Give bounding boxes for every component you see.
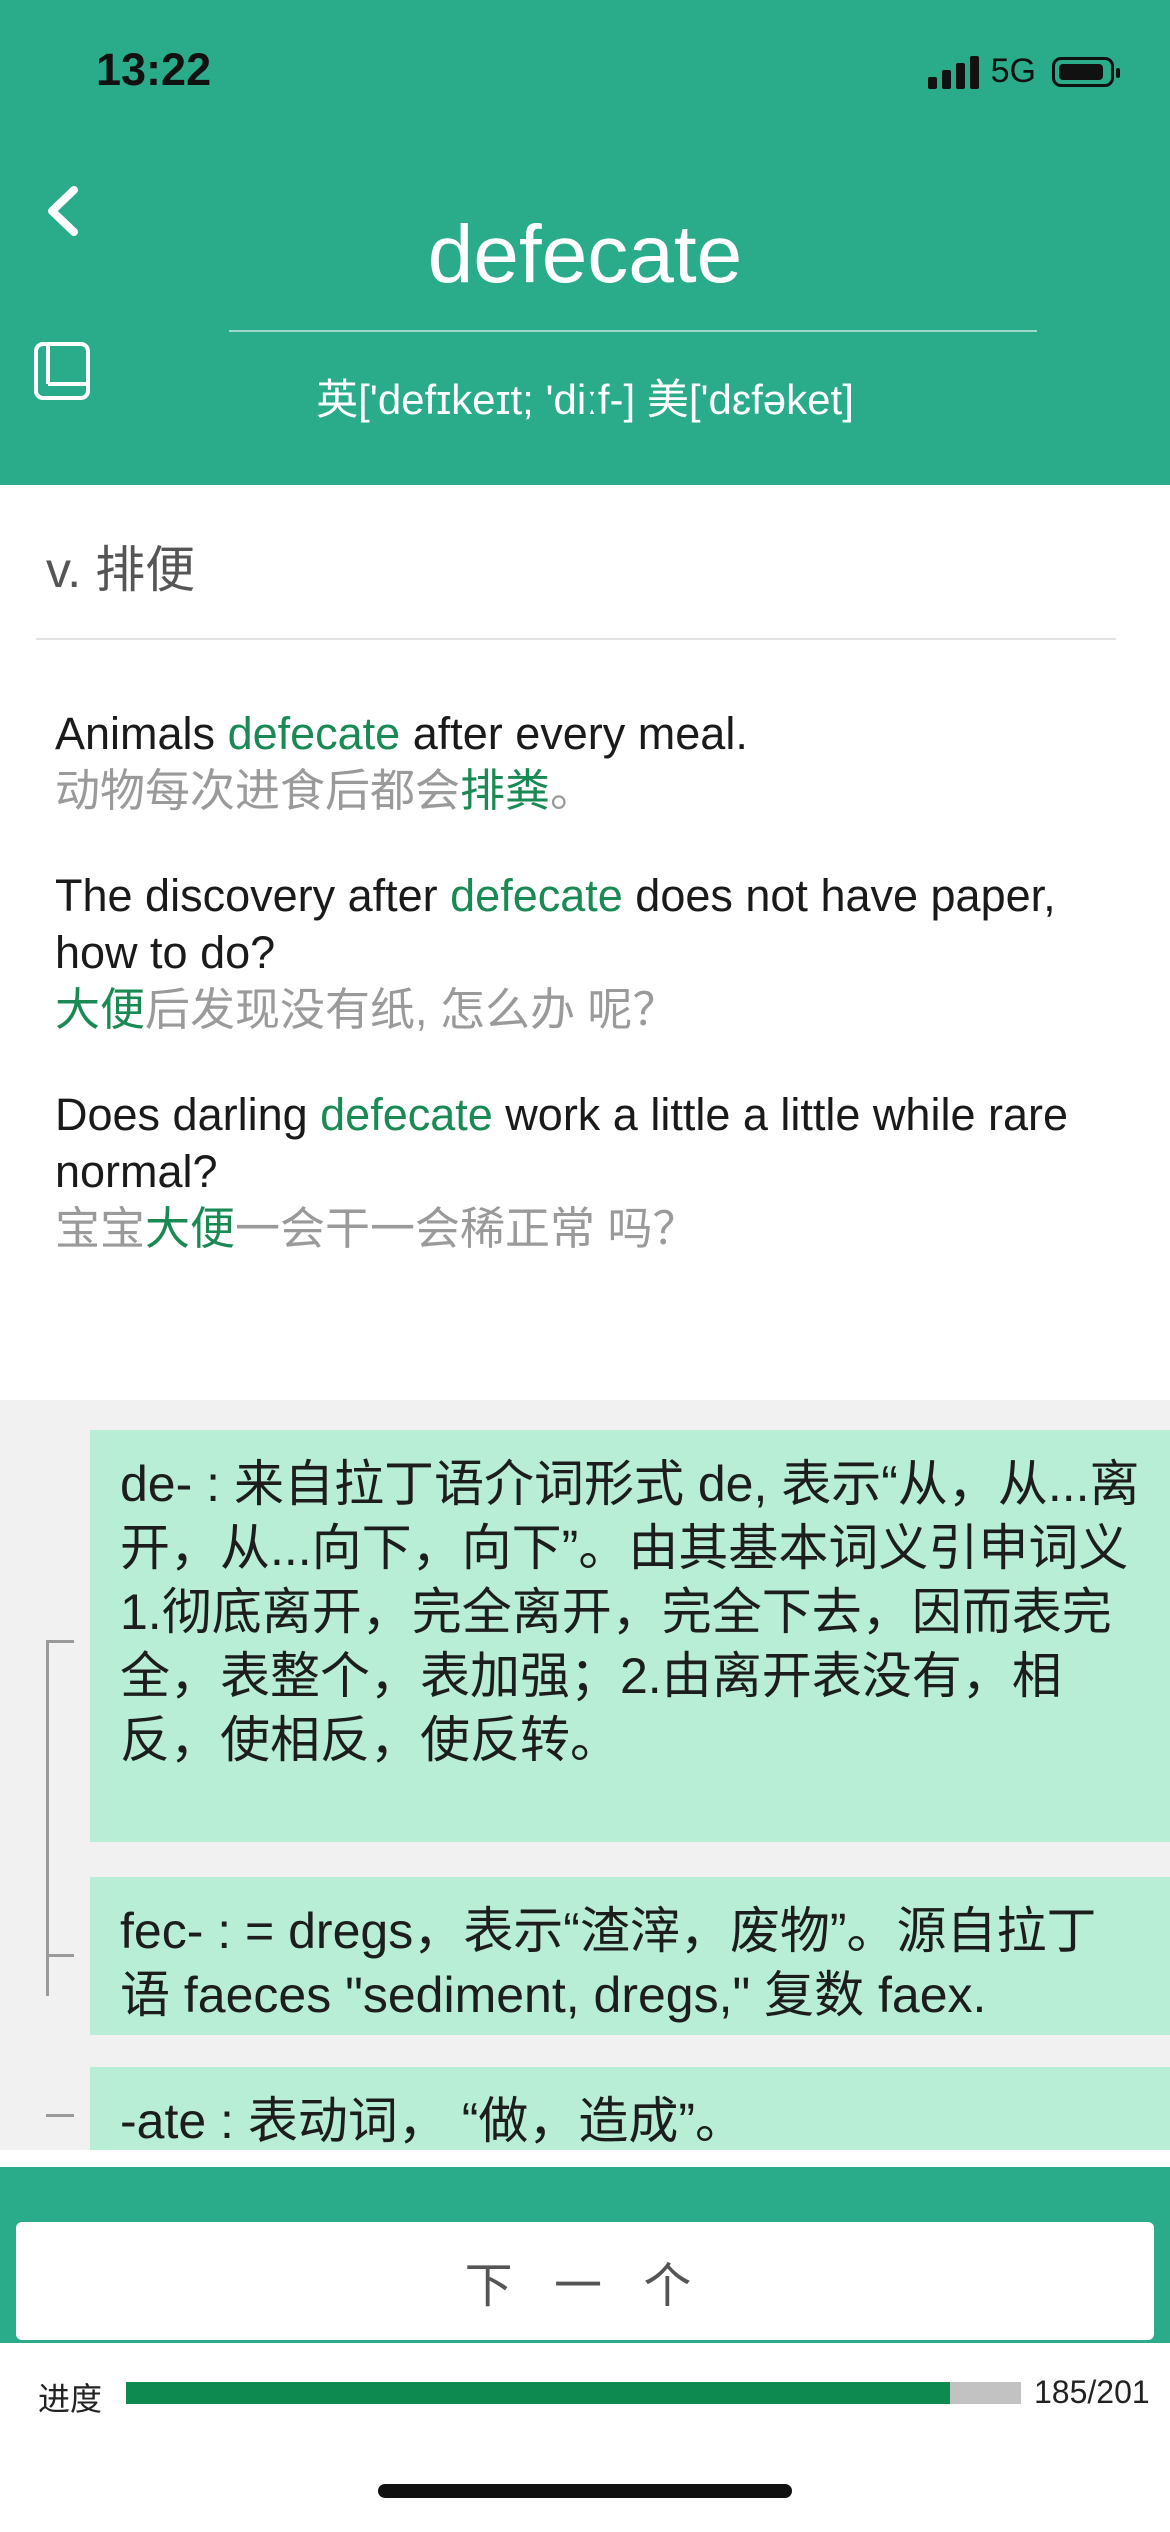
example-chinese: 宝宝大便一会干一会稀正常 吗？ <box>55 1203 698 1254</box>
header-divider <box>229 330 1037 332</box>
example-keyword-cn: 排粪 <box>460 765 551 816</box>
phonetic: 英['defɪkeɪt; 'diːf-] 美['dɛfəket] <box>316 376 854 423</box>
next-button[interactable]: 下 一 个 <box>16 2222 1154 2340</box>
word-title: defecate <box>427 209 743 300</box>
example-chinese: 动物每次进食后都会排粪。 <box>55 765 596 816</box>
example-keyword: defecate <box>227 708 401 759</box>
definition: v. 排便 <box>46 542 196 598</box>
example-keyword-cn: 大便 <box>55 984 146 1035</box>
progress-row: 进度 185/201 <box>0 2368 1170 2424</box>
example-keyword: defecate <box>450 870 623 921</box>
etymology-box-root: fec- : = dregs，表示“渣滓，废物”。源自拉丁语 faeces "s… <box>90 1877 1170 2035</box>
word-header: 13:22 5G defecate 英['defɪkeɪt; 'diːf-] 美… <box>0 0 1170 485</box>
home-indicator <box>378 2484 792 2498</box>
signal-icon <box>927 55 979 89</box>
etymology-panel[interactable]: de- : 来自拉丁语介词形式 de, 表示“从，从...离开，从...向下，向… <box>0 1400 1170 2150</box>
bracket-tick <box>46 2114 74 2117</box>
example-item: The discovery after defecate does not ha… <box>55 867 1115 1038</box>
etymology-box-prefix: de- : 来自拉丁语介词形式 de, 表示“从，从...离开，从...向下，向… <box>90 1430 1170 1842</box>
example-chinese: 大便后发现没有纸, 怎么办 呢？ <box>55 984 678 1035</box>
status-indicators: 5G <box>927 52 1120 91</box>
example-english: Does darling defecate work a little a li… <box>55 1089 1068 1197</box>
etymology-bracket <box>46 1640 49 1996</box>
example-english: Animals defecate after every meal. <box>55 708 748 759</box>
example-keyword-cn: 大便 <box>145 1203 236 1254</box>
bracket-tick <box>46 1954 74 1957</box>
progress-bar-fill <box>126 2382 950 2404</box>
definition-divider <box>36 638 1116 640</box>
footer-bar: 下 一 个 <box>0 2167 1170 2343</box>
network-type: 5G <box>990 52 1036 90</box>
etymology-box-suffix: -ate : 表动词， “做，造成”。 <box>90 2067 1170 2150</box>
progress-label: 进度 <box>38 2381 103 2417</box>
status-time: 13:22 <box>96 44 212 95</box>
bracket-tick <box>46 1640 74 1643</box>
example-english: The discovery after defecate does not ha… <box>55 870 1056 978</box>
progress-count: 185/201 <box>1034 2374 1150 2410</box>
battery-icon <box>1052 56 1120 87</box>
example-keyword: defecate <box>320 1089 493 1140</box>
example-item: Animals defecate after every meal. 动物每次进… <box>55 705 1115 819</box>
example-list: Animals defecate after every meal. 动物每次进… <box>55 705 1115 1305</box>
progress-bar <box>126 2382 1021 2404</box>
example-item: Does darling defecate work a little a li… <box>55 1086 1115 1257</box>
